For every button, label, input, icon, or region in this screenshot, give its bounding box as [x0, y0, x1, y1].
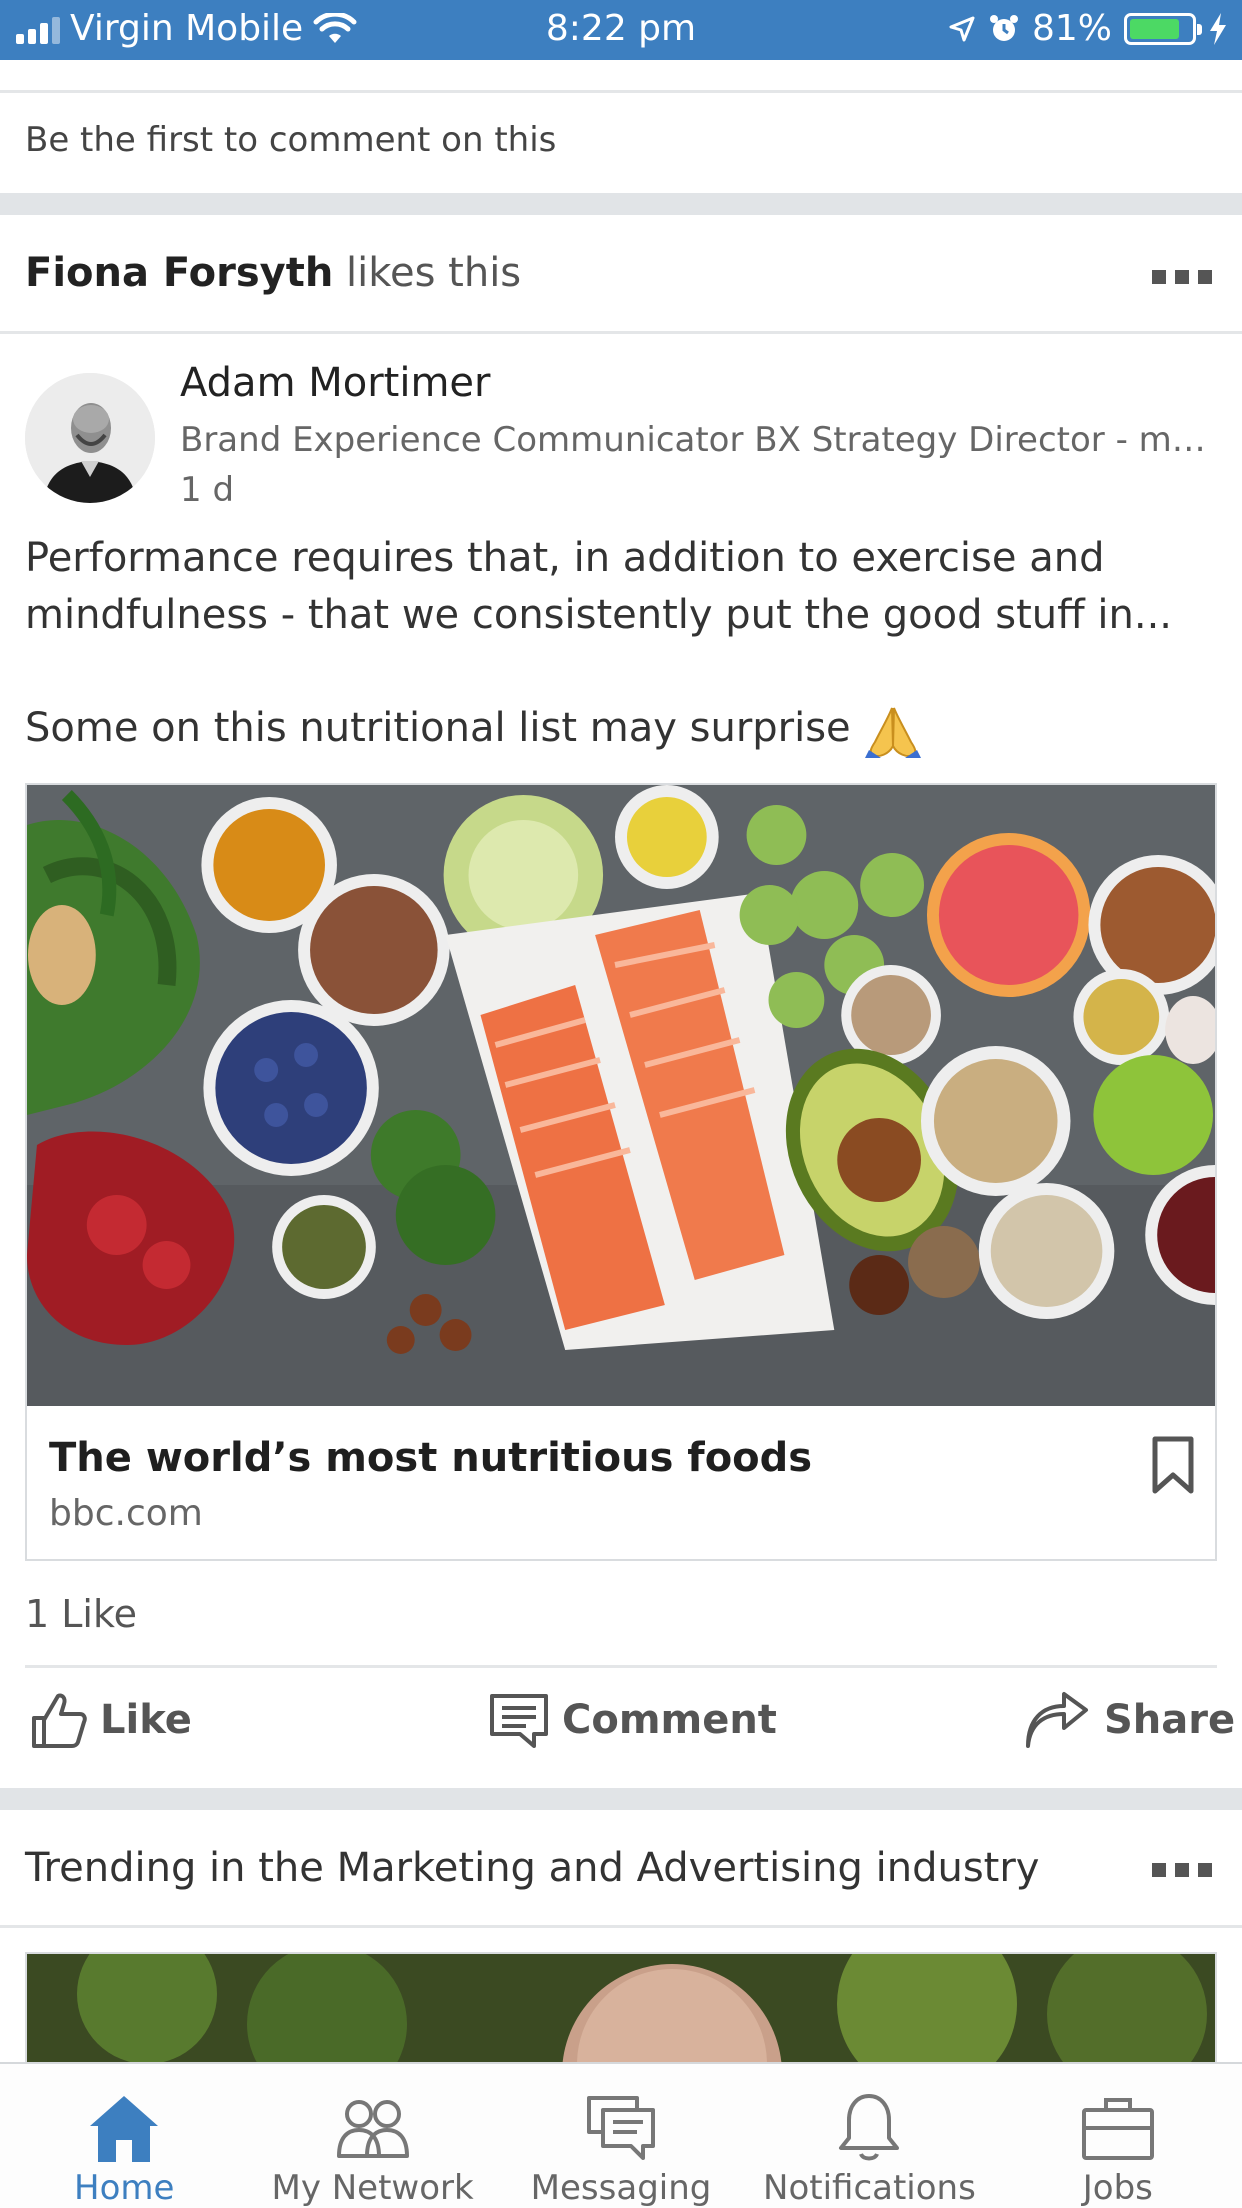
- status-bar: Virgin Mobile 8:22 pm 81%: [0, 0, 1242, 60]
- location-arrow-icon: [949, 16, 975, 41]
- author-headline: Brand Experience Communicator BX Strateg…: [180, 420, 1220, 460]
- divider: [0, 331, 1242, 334]
- social-context: Fiona Forsyth likes this: [25, 250, 521, 296]
- nav-home[interactable]: Home: [0, 2064, 248, 2208]
- like-label: Like: [100, 1697, 192, 1743]
- folded-hands-emoji-icon: [865, 707, 922, 758]
- divider: [25, 1665, 1217, 1668]
- comment-icon: [490, 1694, 548, 1748]
- nav-label: Jobs: [1082, 2168, 1153, 2208]
- like-count[interactable]: 1 Like: [25, 1592, 137, 1636]
- like-button[interactable]: Like: [28, 1690, 192, 1750]
- liker-name[interactable]: Fiona Forsyth: [25, 250, 333, 296]
- share-label: Share: [1104, 1697, 1236, 1743]
- charging-bolt-icon: [1210, 12, 1226, 45]
- post-text-line: Some on this nutritional list may surpri…: [25, 700, 1215, 758]
- nav-my-network[interactable]: My Network: [248, 2064, 496, 2208]
- share-button[interactable]: Share: [1022, 1690, 1235, 1750]
- trending-image[interactable]: [25, 1952, 1217, 2062]
- jobs-icon: [1081, 2098, 1154, 2160]
- my-network-icon: [336, 2100, 409, 2158]
- article-source: bbc.com: [49, 1493, 203, 1534]
- notifications-icon: [839, 2094, 900, 2161]
- comment-label: Comment: [562, 1697, 777, 1743]
- post-text-line: Performance requires that, in addition t…: [25, 535, 1105, 581]
- author-avatar[interactable]: [25, 373, 155, 503]
- share-arrow-icon: [1026, 1692, 1088, 1748]
- messaging-icon: [587, 2096, 656, 2160]
- nav-label: My Network: [271, 2168, 474, 2208]
- battery-icon: [1124, 12, 1202, 45]
- nav-jobs[interactable]: Jobs: [994, 2064, 1242, 2208]
- nav-messaging[interactable]: Messaging: [497, 2064, 745, 2208]
- nav-label: Notifications: [763, 2168, 976, 2208]
- article-card[interactable]: The world’s most nutritious foods bbc.co…: [25, 783, 1217, 1561]
- article-image[interactable]: [27, 785, 1215, 1406]
- divider: [0, 90, 1242, 93]
- home-icon: [90, 2096, 159, 2162]
- nav-notifications[interactable]: Notifications: [745, 2064, 993, 2208]
- thumbs-up-icon: [32, 1693, 87, 1748]
- divider: [0, 1925, 1242, 1928]
- bottom-nav: Home My Network Messaging Notifications: [0, 2062, 1242, 2208]
- status-right: 81%: [948, 8, 1228, 49]
- comment-button[interactable]: Comment: [488, 1690, 777, 1750]
- liker-action: likes this: [346, 250, 522, 296]
- feed-separator: [0, 1788, 1242, 1810]
- post-text-content: Some on this nutritional list may surpri…: [25, 705, 851, 751]
- nav-label: Home: [74, 2168, 175, 2208]
- author-name[interactable]: Adam Mortimer: [180, 360, 491, 406]
- post-text-line: mindfulness - that we consistently put t…: [25, 592, 1172, 638]
- first-comment-prompt[interactable]: Be the first to comment on this: [25, 120, 556, 160]
- feed-separator: [0, 193, 1242, 215]
- more-options-icon[interactable]: [1152, 1863, 1212, 1877]
- nav-label: Messaging: [530, 2168, 712, 2208]
- article-title[interactable]: The world’s most nutritious foods: [49, 1435, 812, 1481]
- alarm-icon: [989, 14, 1018, 41]
- battery-percent: 81%: [1031, 8, 1112, 49]
- bookmark-icon[interactable]: [1151, 1435, 1195, 1495]
- trending-title: Trending in the Marketing and Advertisin…: [25, 1845, 1040, 1891]
- post-time: 1 d: [180, 470, 235, 510]
- more-options-icon[interactable]: [1152, 270, 1212, 284]
